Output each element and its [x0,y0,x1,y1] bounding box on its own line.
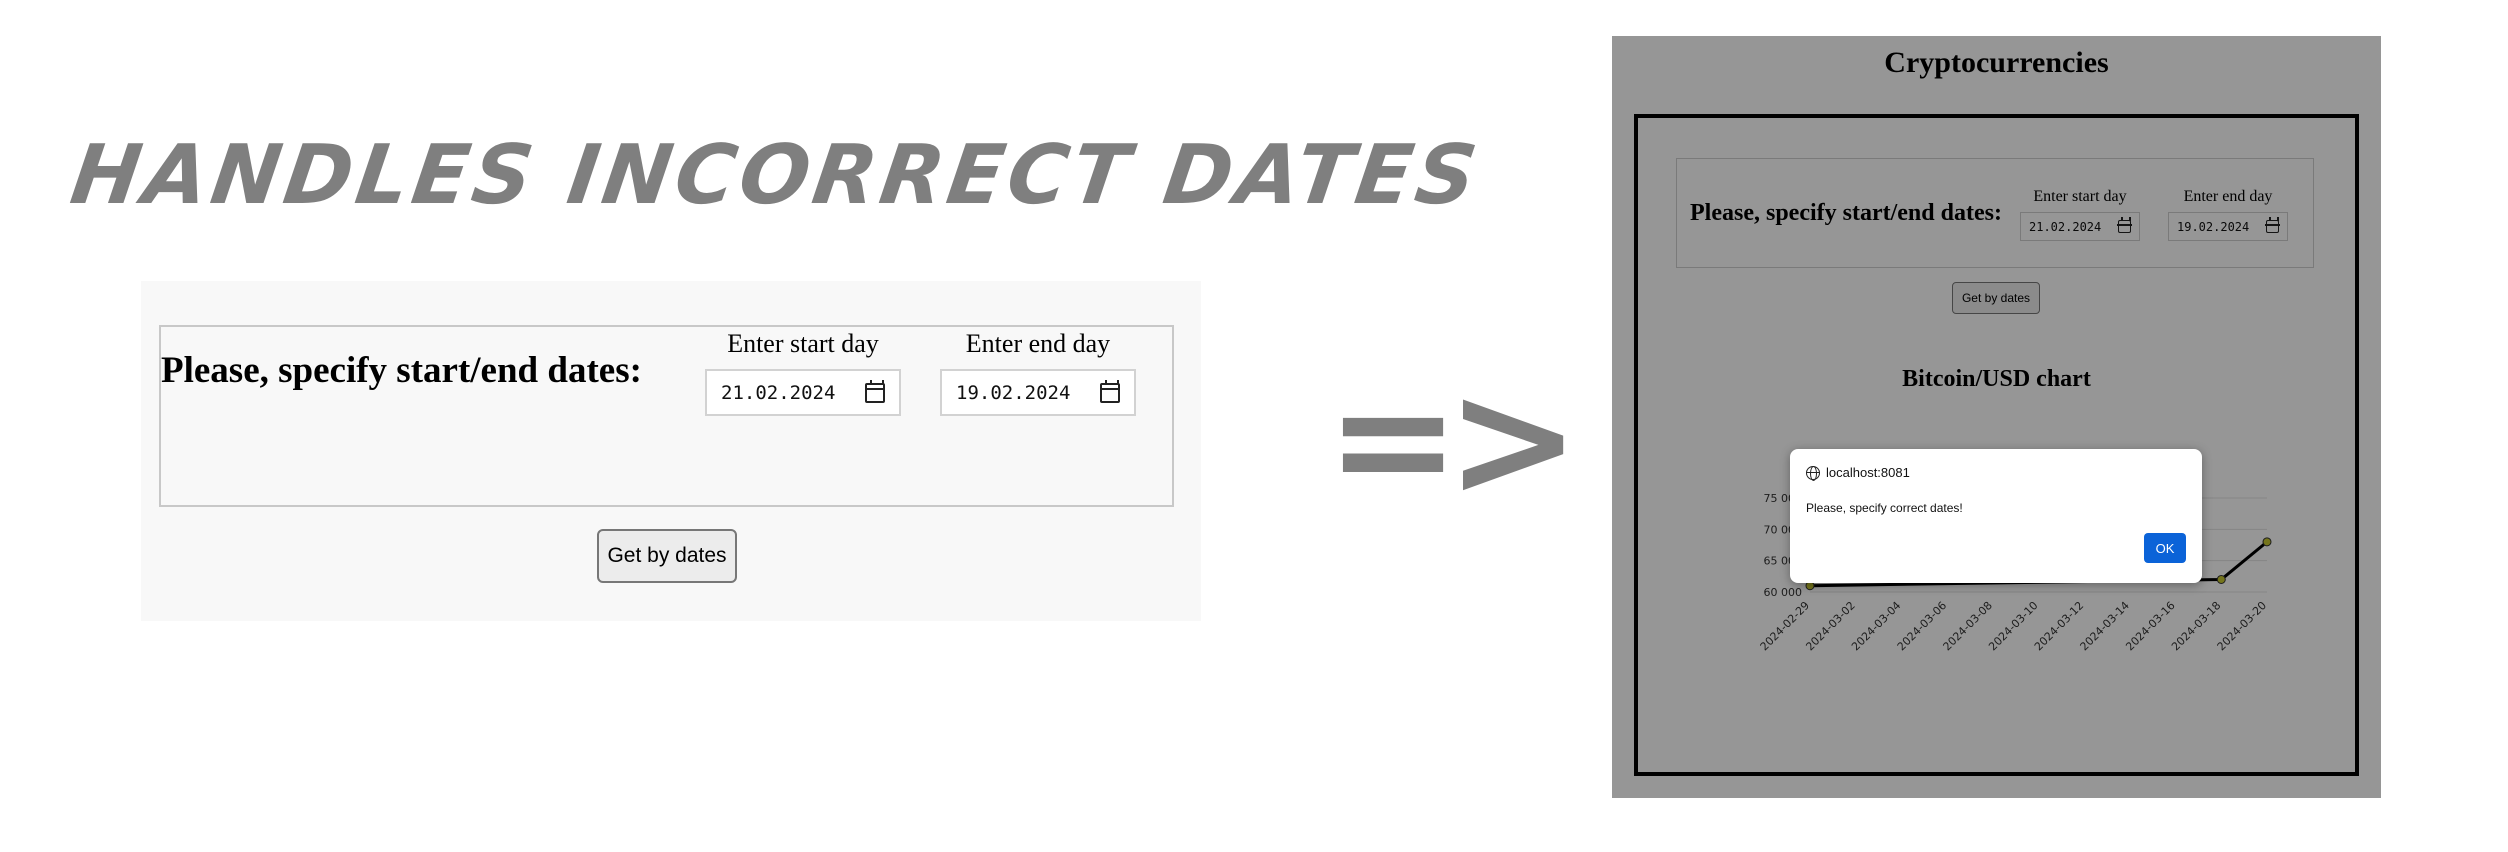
globe-icon [1806,465,1820,481]
dialog-message: Please, specify correct dates! [1806,501,1963,515]
end-date-value: 19.02.2024 [956,381,1071,404]
arrow-symbol: => [1326,346,1580,533]
alert-dialog: localhost:8081 Please, specify correct d… [1790,449,2202,583]
start-date-input[interactable]: 21.02.2024 [705,369,901,416]
start-date-value: 21.02.2024 [721,381,836,404]
start-date-group: Enter start day 21.02.2024 [705,329,901,416]
ok-button[interactable]: OK [2144,533,2186,563]
get-by-dates-button[interactable]: Get by dates [597,529,737,583]
end-date-input[interactable]: 19.02.2024 [940,369,1136,416]
start-date-label: Enter start day [727,329,879,358]
calendar-icon[interactable] [865,379,885,403]
zoomed-date-form: Please, specify start/end dates: Enter s… [141,281,1201,621]
dialog-origin-text: localhost:8081 [1826,465,1910,480]
end-date-label: Enter end day [965,329,1111,358]
calendar-icon[interactable] [1100,379,1120,403]
headline: HANDLES INCORRECT DATES [65,128,1487,223]
form-legend: Please, specify start/end dates: [161,350,642,391]
modal-overlay [1612,36,2381,798]
end-date-group: Enter end day 19.02.2024 [940,329,1136,416]
dialog-origin: localhost:8081 [1806,465,1910,481]
browser-screenshot: Cryptocurrencies Please, specify start/e… [1612,36,2381,798]
